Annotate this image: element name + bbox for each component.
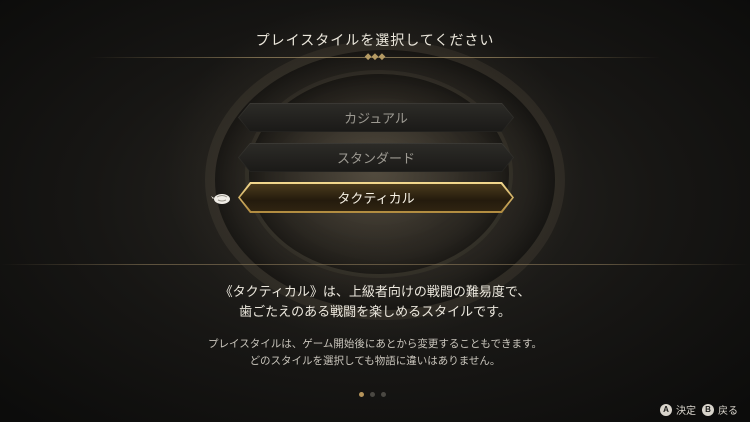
- description-line-1: 《タクティカル》は、上級者向けの戦闘の難易度で、: [219, 285, 531, 300]
- option-tactical[interactable]: タクティカル: [238, 182, 514, 213]
- description-line-2: 歯ごたえのある戦闘を楽しめるスタイルです。: [239, 305, 511, 320]
- background-seal-inner-ring: [245, 70, 513, 278]
- page-dot: [381, 392, 386, 397]
- option-standard[interactable]: スタンダード: [238, 143, 514, 172]
- ornament-icon: ◆◆◆: [364, 52, 386, 62]
- page-dot: [370, 392, 375, 397]
- note-line-2: どのスタイルを選択しても物語に違いはありません。: [249, 355, 501, 367]
- page-indicator: [359, 392, 386, 397]
- b-button-icon: B: [702, 403, 714, 416]
- confirm-label: 決定: [676, 406, 696, 417]
- pointing-hand-cursor-icon: [211, 194, 230, 204]
- section-divider: [0, 264, 750, 265]
- note-line-1: プレイスタイルは、ゲーム開始後にあとから変更することもできます。: [208, 338, 542, 350]
- option-label: タクティカル: [337, 192, 415, 207]
- back-prompt[interactable]: B 戻る: [702, 402, 738, 417]
- screen-title: プレイスタイルを選択してください: [255, 33, 495, 49]
- a-button-icon: A: [660, 403, 672, 416]
- confirm-prompt[interactable]: A 決定: [660, 402, 696, 417]
- option-casual[interactable]: カジュアル: [238, 103, 514, 132]
- option-label: カジュアル: [344, 112, 408, 127]
- button-prompts: A 決定 B 戻る: [660, 402, 738, 417]
- page-dot-active: [359, 392, 364, 397]
- option-label: スタンダード: [336, 152, 415, 167]
- back-label: 戻る: [718, 406, 738, 417]
